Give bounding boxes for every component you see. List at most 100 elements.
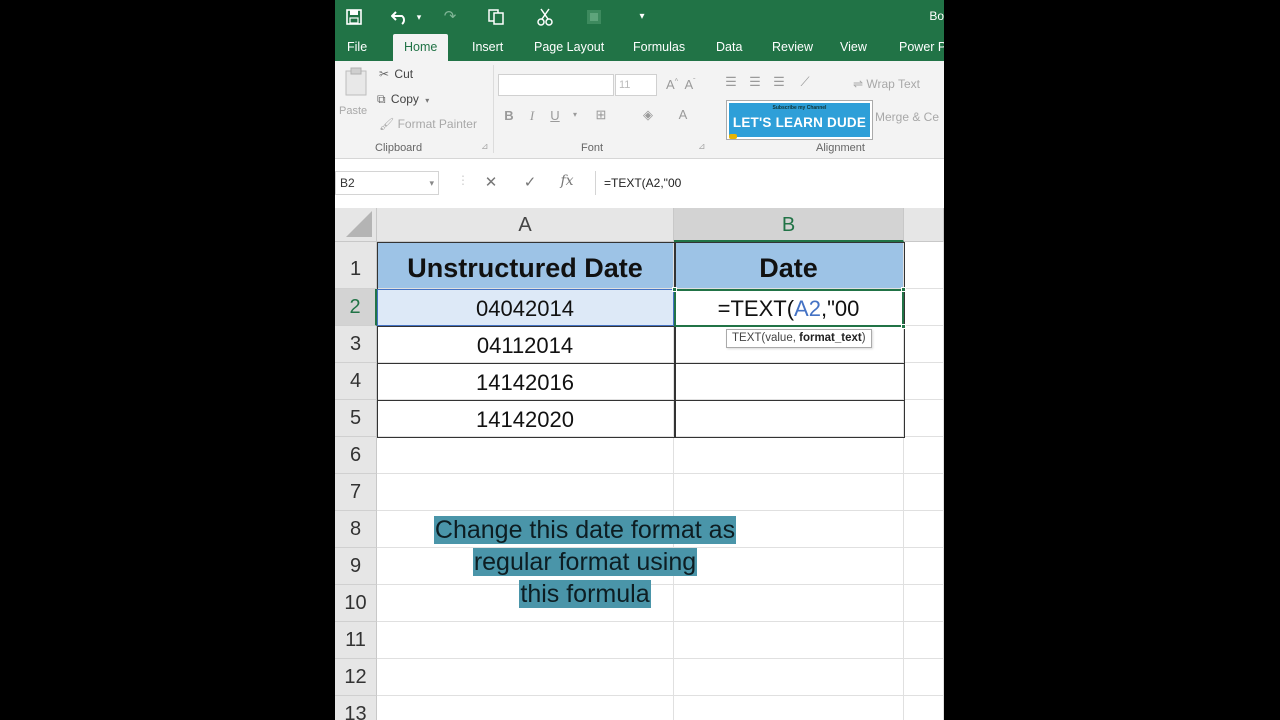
cell-c6[interactable] <box>904 437 944 474</box>
select-all-button[interactable] <box>335 208 377 242</box>
function-tooltip: TEXT(value, format_text) <box>726 329 872 348</box>
wrap-text-button[interactable]: ⇌ Wrap Text <box>853 77 920 91</box>
cell-b11[interactable] <box>674 622 904 659</box>
cell-b13[interactable] <box>674 696 904 720</box>
undo-icon[interactable] <box>389 5 411 29</box>
format-icon[interactable] <box>583 5 605 29</box>
tab-home[interactable]: Home <box>393 34 449 61</box>
cell-a7[interactable] <box>377 474 674 511</box>
copy-icon[interactable] <box>485 5 507 29</box>
selection-handle[interactable] <box>672 287 677 292</box>
cell-b7[interactable] <box>674 474 904 511</box>
cell-c2[interactable] <box>904 289 944 326</box>
row-header-5[interactable]: 5 <box>335 400 377 437</box>
align-bottom-icon[interactable]: ☰ <box>771 74 787 90</box>
font-color-icon[interactable]: A <box>675 107 691 122</box>
paste-button[interactable]: Paste <box>339 105 367 117</box>
tab-formulas[interactable]: Formulas <box>622 34 696 61</box>
cell-a11[interactable] <box>377 622 674 659</box>
row-header-9[interactable]: 9 <box>335 548 377 585</box>
format-painter-button[interactable]: 🖌 Format Painter <box>379 117 477 131</box>
bold-icon[interactable]: B <box>501 108 517 123</box>
row-header-7[interactable]: 7 <box>335 474 377 511</box>
selection-handle[interactable] <box>901 287 906 292</box>
tab-data[interactable]: Data <box>705 34 753 61</box>
cell-b1[interactable]: Date <box>674 242 904 289</box>
copy-button[interactable]: ⧉ Copy ▾ <box>377 92 429 107</box>
decrease-font-icon[interactable]: Aˇ <box>682 77 698 92</box>
row-header-12[interactable]: 12 <box>335 659 377 696</box>
cancel-icon[interactable]: ✕ <box>481 173 501 191</box>
align-top-icon[interactable]: ☰ <box>723 74 739 90</box>
row-header-6[interactable]: 6 <box>335 437 377 474</box>
undo-dropdown-icon[interactable]: ▾ <box>413 5 425 29</box>
orientation-icon[interactable]: ⟋ <box>797 74 813 90</box>
cell-a3[interactable]: 04112014 <box>377 326 674 363</box>
tab-power-pivot[interactable]: Power P <box>888 34 944 61</box>
row-header-1[interactable]: 1 <box>335 242 377 289</box>
name-box-dropdown-icon[interactable]: ▾ <box>429 172 434 194</box>
fill-color-icon[interactable]: ◈ <box>640 107 656 123</box>
cell-a4[interactable]: 14142016 <box>377 363 674 400</box>
save-icon[interactable] <box>343 5 365 29</box>
row-header-4[interactable]: 4 <box>335 363 377 400</box>
column-header-c[interactable] <box>904 208 944 242</box>
cell-c8[interactable] <box>904 511 944 548</box>
cell-b4[interactable] <box>674 363 904 400</box>
font-name-box[interactable] <box>498 74 614 96</box>
cell-c11[interactable] <box>904 622 944 659</box>
row-header-8[interactable]: 8 <box>335 511 377 548</box>
cell-c5[interactable] <box>904 400 944 437</box>
cell-c9[interactable] <box>904 548 944 585</box>
cell-c7[interactable] <box>904 474 944 511</box>
cell-b6[interactable] <box>674 437 904 474</box>
cell-a6[interactable] <box>377 437 674 474</box>
tab-file[interactable]: File <box>336 34 378 61</box>
clipboard-launcher-icon[interactable]: ⊿ <box>481 141 489 152</box>
insert-function-icon[interactable]: fx <box>557 173 577 189</box>
merge-center-button[interactable]: Merge & Ce <box>875 110 939 124</box>
align-middle-icon[interactable]: ☰ <box>747 74 763 90</box>
cell-c1[interactable] <box>904 242 944 289</box>
borders-icon[interactable]: ⊞ <box>593 107 609 123</box>
cell-a5[interactable]: 14142020 <box>377 400 674 437</box>
name-box[interactable]: B2 ▾ <box>335 171 439 195</box>
cell-b5[interactable] <box>674 400 904 437</box>
row-header-2[interactable]: 2 <box>335 289 377 326</box>
cell-b12[interactable] <box>674 659 904 696</box>
increase-font-icon[interactable]: A^ <box>664 77 680 92</box>
cell-c13[interactable] <box>904 696 944 720</box>
font-size-box[interactable]: 11 <box>615 74 657 96</box>
redo-icon[interactable]: ↷ <box>440 5 460 29</box>
underline-dropdown-icon[interactable]: ▾ <box>567 110 583 119</box>
font-launcher-icon[interactable]: ⊿ <box>698 141 706 152</box>
cut-icon[interactable] <box>534 5 556 29</box>
row-header-3[interactable]: 3 <box>335 326 377 363</box>
cell-a2[interactable]: 04042014 <box>377 289 674 326</box>
cell-c3[interactable] <box>904 326 944 363</box>
row-header-11[interactable]: 11 <box>335 622 377 659</box>
cell-a12[interactable] <box>377 659 674 696</box>
tab-view[interactable]: View <box>829 34 878 61</box>
fill-handle[interactable] <box>901 324 906 329</box>
cell-c4[interactable] <box>904 363 944 400</box>
underline-icon[interactable]: U <box>547 108 563 123</box>
row-header-10[interactable]: 10 <box>335 585 377 622</box>
cell-b2[interactable]: =TEXT(A2,"00 <box>674 289 904 326</box>
cut-button[interactable]: ✂ Cut <box>379 67 413 81</box>
tab-insert[interactable]: Insert <box>461 34 514 61</box>
cell-a13[interactable] <box>377 696 674 720</box>
paste-icon[interactable] <box>343 67 371 100</box>
tab-review[interactable]: Review <box>761 34 824 61</box>
cell-a1[interactable]: Unstructured Date <box>377 242 674 289</box>
column-header-a[interactable]: A <box>377 208 674 242</box>
tab-page-layout[interactable]: Page Layout <box>523 34 615 61</box>
customize-icon[interactable]: ▾ <box>635 5 649 29</box>
italic-icon[interactable]: I <box>524 108 540 124</box>
formula-input[interactable]: =TEXT(A2,"00 <box>595 171 944 195</box>
row-header-13[interactable]: 13 <box>335 696 377 720</box>
cell-c12[interactable] <box>904 659 944 696</box>
cell-c10[interactable] <box>904 585 944 622</box>
enter-check-icon[interactable]: ✓ <box>520 173 540 191</box>
column-header-b[interactable]: B <box>674 208 904 242</box>
